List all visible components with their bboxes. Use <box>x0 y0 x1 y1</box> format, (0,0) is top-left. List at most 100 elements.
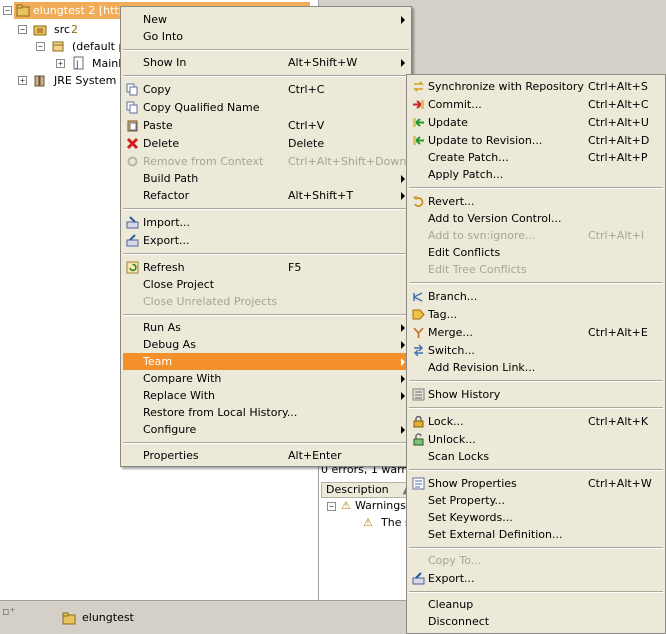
menu-item-refresh[interactable]: Refresh F5 <box>123 259 409 276</box>
menu-item-paste[interactable]: Paste Ctrl+V <box>123 117 409 134</box>
menu-item-set-external-definition[interactable]: Set External Definition... <box>409 526 663 543</box>
submenu-arrow-icon <box>401 59 405 67</box>
submenu-arrow-icon <box>401 375 405 383</box>
delete-icon <box>126 137 139 150</box>
menu-item-import[interactable]: Import... <box>123 214 409 231</box>
menu-separator <box>123 314 409 316</box>
menu-item-show-properties[interactable]: Show Properties Ctrl+Alt+W <box>409 475 663 492</box>
import-icon <box>126 216 139 229</box>
menu-item-apply-patch[interactable]: Apply Patch... <box>409 166 663 183</box>
menu-separator <box>123 75 409 77</box>
menu-item-unlock[interactable]: Unlock... <box>409 431 663 448</box>
description-column-header[interactable]: Description ▲ <box>321 482 417 498</box>
description-header-label: Description <box>326 483 389 496</box>
menu-item-debug-as[interactable]: Debug As <box>123 336 409 353</box>
menu-item-merge[interactable]: Merge... Ctrl+Alt+E <box>409 324 663 341</box>
submenu-arrow-icon <box>401 16 405 24</box>
menu-item-synchronize[interactable]: Synchronize with Repository Ctrl+Alt+S <box>409 78 663 95</box>
menu-item-branch[interactable]: Branch... <box>409 288 663 305</box>
export-icon <box>126 234 139 247</box>
menu-item-configure[interactable]: Configure <box>123 421 409 438</box>
submenu-arrow-icon <box>401 341 405 349</box>
menu-item-revert[interactable]: Revert... <box>409 193 663 210</box>
menu-item-commit[interactable]: Commit... Ctrl+Alt+C <box>409 96 663 113</box>
menu-item-tag[interactable]: Tag... <box>409 306 663 323</box>
collapse-toggle[interactable]: − <box>18 25 27 34</box>
context-menu: New Go Into Show In Alt+Shift+W Copy Ctrl+… <box>120 6 412 467</box>
menu-item-restore-local-history[interactable]: Restore from Local History... <box>123 404 409 421</box>
expand-toggle[interactable]: + <box>18 76 27 85</box>
menu-item-add-to-version-control[interactable]: Add to Version Control... <box>409 210 663 227</box>
menu-item-edit-conflicts[interactable]: Edit Conflicts <box>409 244 663 261</box>
menu-item-delete[interactable]: Delete Delete <box>123 135 409 152</box>
menu-item-new[interactable]: New <box>123 11 409 28</box>
expand-toggle[interactable]: + <box>56 59 65 68</box>
menu-item-remove-from-context[interactable]: Remove from Context Ctrl+Alt+Shift+Down <box>123 153 409 170</box>
menu-item-update-to-revision[interactable]: Update to Revision... Ctrl+Alt+D <box>409 132 663 149</box>
branch-icon <box>413 292 423 302</box>
menu-item-add-revision-link[interactable]: Add Revision Link... <box>409 359 663 376</box>
menu-item-close-project[interactable]: Close Project <box>123 276 409 293</box>
warnings-label: Warnings <box>355 499 406 512</box>
menu-item-add-to-svn-ignore[interactable]: Add to svn:ignore... Ctrl+Alt+I <box>409 227 663 244</box>
menu-separator <box>409 407 663 409</box>
menu-separator <box>409 187 663 189</box>
menu-item-build-path[interactable]: Build Path <box>123 170 409 187</box>
menu-item-edit-tree-conflicts[interactable]: Edit Tree Conflicts <box>409 261 663 278</box>
menu-item-properties[interactable]: Properties Alt+Enter <box>123 447 409 464</box>
menu-item-disconnect[interactable]: Disconnect <box>409 613 663 630</box>
project-folder-icon <box>62 612 76 625</box>
menu-separator <box>123 49 409 51</box>
src-label: src <box>54 23 71 36</box>
menu-item-export[interactable]: Export... <box>123 232 409 249</box>
menu-separator <box>123 253 409 255</box>
submenu-arrow-icon <box>401 192 405 200</box>
menu-separator <box>409 380 663 382</box>
menu-item-show-in[interactable]: Show In Alt+Shift+W <box>123 54 409 71</box>
merge-icon <box>413 327 424 338</box>
java-file-icon: J <box>73 56 84 70</box>
menu-item-export[interactable]: Export... <box>409 570 663 587</box>
menu-item-go-into[interactable]: Go Into <box>123 28 409 45</box>
lock-icon <box>413 415 424 428</box>
menu-item-copy[interactable]: Copy Ctrl+C <box>123 81 409 98</box>
menu-item-switch[interactable]: Switch... <box>409 342 663 359</box>
synchronize-icon <box>413 81 424 92</box>
menu-item-close-unrelated-projects[interactable]: Close Unrelated Projects <box>123 293 409 310</box>
menu-item-team[interactable]: Team <box>123 353 409 370</box>
menu-item-replace-with[interactable]: Replace With <box>123 387 409 404</box>
menu-item-compare-with[interactable]: Compare With <box>123 370 409 387</box>
collapse-toggle[interactable]: − <box>327 502 336 511</box>
library-icon <box>34 75 45 87</box>
collapse-toggle[interactable]: − <box>3 6 12 15</box>
source-folder-icon <box>33 25 47 36</box>
warning-icon: ⚠ <box>341 499 351 512</box>
submenu-arrow-icon <box>401 324 405 332</box>
menu-item-scan-locks[interactable]: Scan Locks <box>409 448 663 465</box>
menu-item-create-patch[interactable]: Create Patch... Ctrl+Alt+P <box>409 149 663 166</box>
src-revision: 2 <box>71 23 78 36</box>
paste-icon <box>127 120 138 132</box>
menu-item-set-property[interactable]: Set Property... <box>409 492 663 509</box>
unlock-icon <box>413 433 424 446</box>
menu-item-copy-qualified-name[interactable]: Copy Qualified Name <box>123 99 409 116</box>
menu-item-run-as[interactable]: Run As <box>123 319 409 336</box>
menu-item-update[interactable]: Update Ctrl+Alt+U <box>409 114 663 131</box>
menu-item-copy-to[interactable]: Copy To... <box>409 552 663 569</box>
tag-icon <box>412 309 425 320</box>
submenu-arrow-icon <box>401 358 405 366</box>
project-folder-icon <box>16 4 30 17</box>
export-icon <box>412 572 425 585</box>
menu-item-lock[interactable]: Lock... Ctrl+Alt+K <box>409 413 663 430</box>
commit-icon <box>413 100 424 109</box>
copy-qualified-icon <box>126 101 138 114</box>
package-icon <box>52 41 64 52</box>
menu-item-cleanup[interactable]: Cleanup <box>409 596 663 613</box>
fast-view-icon[interactable]: ▫⁺ <box>2 605 15 618</box>
status-label: elungtest <box>82 611 134 624</box>
collapse-toggle[interactable]: − <box>36 42 45 51</box>
menu-separator <box>409 591 663 593</box>
menu-item-set-keywords[interactable]: Set Keywords... <box>409 509 663 526</box>
menu-item-refactor[interactable]: Refactor Alt+Shift+T <box>123 187 409 204</box>
menu-item-show-history[interactable]: Show History <box>409 386 663 403</box>
